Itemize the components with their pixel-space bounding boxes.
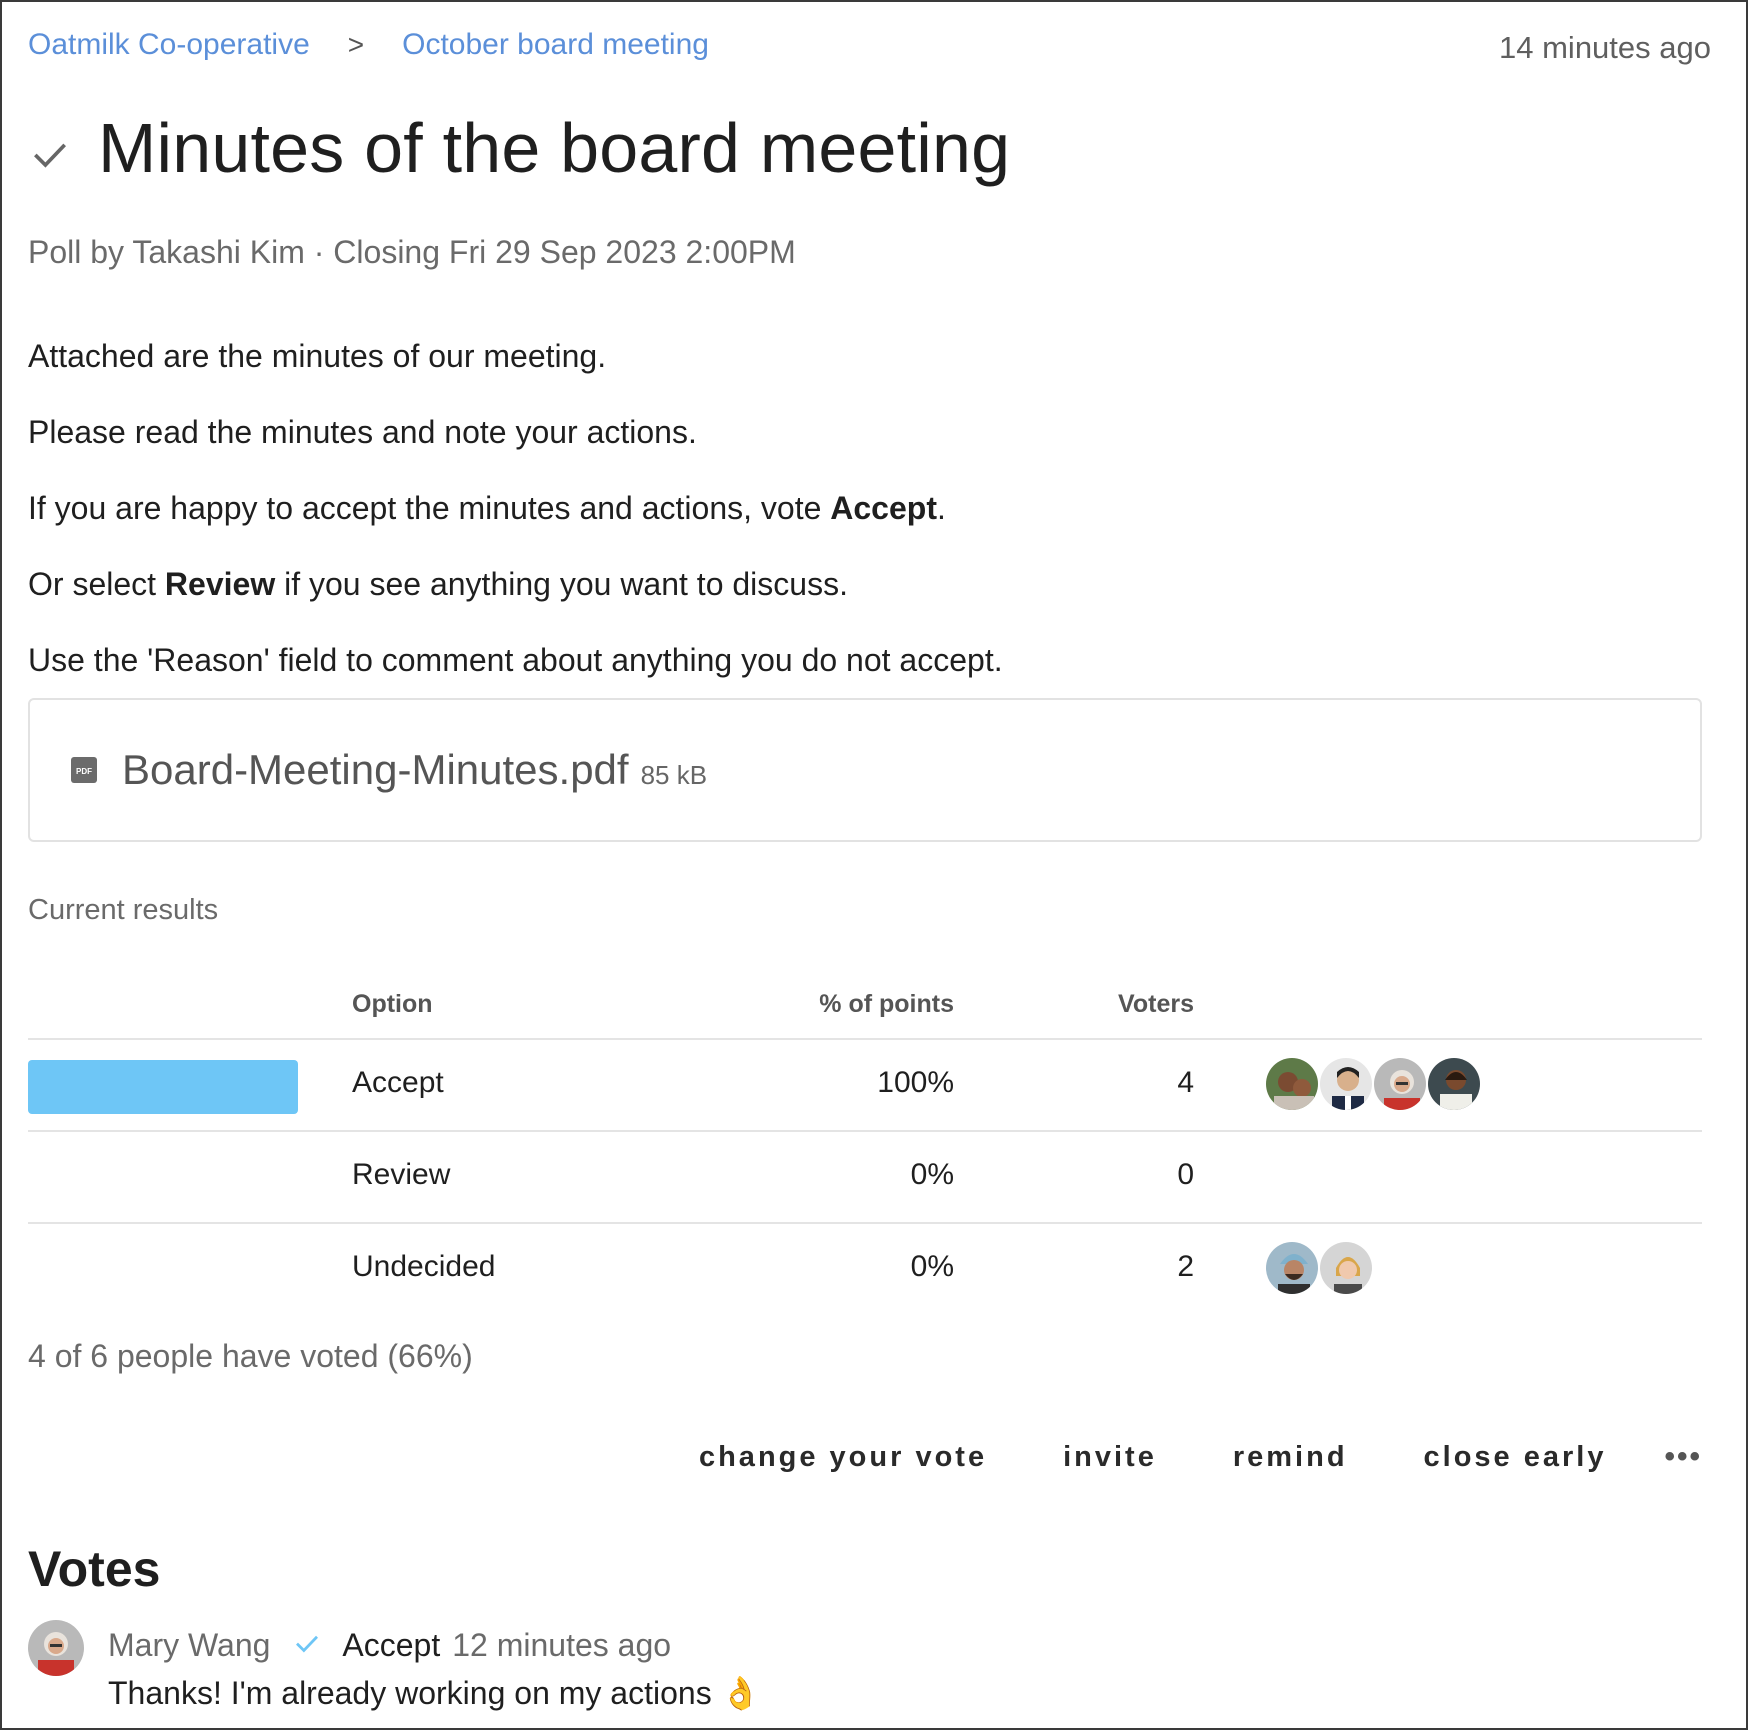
votes-heading: Votes (28, 1541, 161, 1597)
svg-text:PDF: PDF (76, 767, 92, 776)
avatar[interactable] (1426, 1056, 1482, 1112)
result-voter-count: 4 (1177, 1066, 1194, 1099)
result-option: Accept (352, 1066, 444, 1099)
text-segment: if you see anything you want to discuss. (275, 566, 848, 602)
results-heading: Current results (28, 894, 219, 926)
voter-avatars (1264, 1056, 1482, 1112)
description-paragraph: If you are happy to accept the minutes a… (28, 470, 1003, 546)
results-table: Option % of points Voters Accept 100% 4 (28, 980, 1702, 1314)
bold-text: Accept (830, 490, 937, 526)
check-icon (296, 1635, 319, 1653)
results-row-accept: Accept 100% 4 (28, 1038, 1702, 1130)
result-bar (28, 1060, 298, 1114)
text-segment: Or select (28, 566, 165, 602)
poll-time-ago[interactable]: 14 minutes ago (1499, 30, 1711, 66)
vote-time-ago[interactable]: 12 minutes ago (452, 1627, 671, 1664)
text-segment: . (936, 490, 946, 526)
vote-item: Mary Wang Accept 12 minutes ago Thanks! … (28, 1620, 1702, 1720)
breadcrumb: Oatmilk Co-operative > October board mee… (28, 28, 1711, 62)
results-row-undecided: Undecided 0% 2 (28, 1222, 1702, 1314)
voter-avatars (1264, 1240, 1374, 1296)
close-early-button[interactable]: close early (1424, 1441, 1607, 1474)
result-percent: 100% (877, 1066, 954, 1099)
description-paragraph: Or select Review if you see anything you… (28, 546, 1003, 622)
column-header-percent: % of points (819, 990, 954, 1018)
description-paragraph: Use the 'Reason' field to comment about … (28, 642, 1003, 678)
avatar[interactable] (1264, 1240, 1320, 1296)
change-vote-button[interactable]: change your vote (699, 1441, 987, 1474)
pdf-icon: PDF (71, 757, 97, 783)
result-percent: 0% (910, 1250, 954, 1283)
text-segment: If you are happy to accept the minutes a… (28, 490, 831, 526)
page-title: Minutes of the board meeting (98, 109, 1011, 187)
result-voter-count: 2 (1177, 1250, 1194, 1283)
voter-name[interactable]: Mary Wang (108, 1627, 270, 1664)
description-paragraph: Attached are the minutes of our meeting. (28, 338, 607, 374)
result-voter-count: 0 (1177, 1158, 1194, 1191)
results-header-row: Option % of points Voters (28, 980, 1702, 1038)
result-option: Review (352, 1158, 451, 1191)
title-row: Minutes of the board meeting (28, 108, 1010, 188)
check-icon (34, 143, 66, 168)
attachment-card[interactable]: PDF Board-Meeting-Minutes.pdf 85 kB (28, 698, 1702, 842)
breadcrumb-group-link[interactable]: Oatmilk Co-operative (28, 28, 310, 62)
vote-choice: Accept (342, 1627, 441, 1663)
poll-description: Attached are the minutes of our meeting.… (28, 318, 1003, 698)
avatar[interactable] (1318, 1056, 1374, 1112)
description-paragraph: Please read the minutes and note your ac… (28, 414, 697, 450)
top-bar: Oatmilk Co-operative > October board mee… (28, 28, 1711, 72)
bold-text: Review (164, 566, 276, 602)
poll-meta: Poll by Takashi Kim · Closing Fri 29 Sep… (28, 234, 796, 270)
remind-button[interactable]: remind (1233, 1441, 1348, 1474)
breadcrumb-thread-link[interactable]: October board meeting (402, 28, 709, 62)
voting-summary: 4 of 6 people have voted (66%) (28, 1338, 473, 1374)
breadcrumb-separator: > (347, 29, 365, 60)
result-option: Undecided (352, 1250, 496, 1283)
avatar[interactable] (28, 1620, 84, 1676)
avatar[interactable] (1318, 1240, 1374, 1296)
results-row-review: Review 0% 0 (28, 1130, 1702, 1222)
column-header-voters: Voters (1118, 990, 1194, 1018)
vote-header: Mary Wang Accept 12 minutes ago (108, 1626, 671, 1664)
column-header-option: Option (352, 990, 433, 1018)
vote-reason: Thanks! I'm already working on my action… (108, 1675, 761, 1711)
attachment-file-name[interactable]: Board-Meeting-Minutes.pdf (122, 746, 629, 794)
poll-actions: change your vote invite remind close ear… (623, 1440, 1702, 1474)
avatar[interactable] (1372, 1056, 1428, 1112)
result-percent: 0% (910, 1158, 954, 1191)
invite-button[interactable]: invite (1063, 1441, 1157, 1474)
avatar[interactable] (1264, 1056, 1320, 1112)
attachment-file-size: 85 kB (640, 759, 708, 790)
more-options-icon[interactable]: ••• (1664, 1440, 1702, 1474)
